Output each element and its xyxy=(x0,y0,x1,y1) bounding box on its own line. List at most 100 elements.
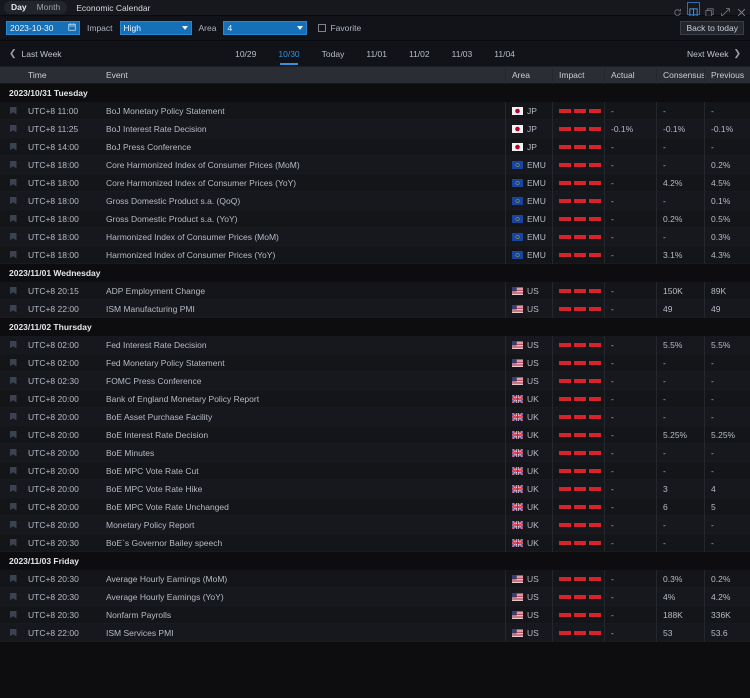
row-favorite-cell[interactable] xyxy=(0,611,26,619)
table-row[interactable]: UTC+8 20:15ADP Employment ChangeUS-150K8… xyxy=(0,282,750,300)
row-event[interactable]: Harmonized Index of Consumer Prices (MoM… xyxy=(98,232,505,242)
date-picker[interactable]: 2023-10-30 xyxy=(6,21,80,35)
next-week-button[interactable]: Next Week ❯ xyxy=(687,48,741,59)
table-row[interactable]: UTC+8 20:30Average Hourly Earnings (YoY)… xyxy=(0,588,750,606)
row-favorite-cell[interactable] xyxy=(0,125,26,133)
row-event[interactable]: BoJ Monetary Policy Statement xyxy=(98,106,505,116)
table-row[interactable]: UTC+8 18:00Gross Domestic Product s.a. (… xyxy=(0,192,750,210)
table-row[interactable]: UTC+8 14:00BoJ Press ConferenceJP--- xyxy=(0,138,750,156)
row-favorite-cell[interactable] xyxy=(0,593,26,601)
row-favorite-cell[interactable] xyxy=(0,143,26,151)
row-event[interactable]: Gross Domestic Product s.a. (YoY) xyxy=(98,214,505,224)
row-favorite-cell[interactable] xyxy=(0,431,26,439)
table-row[interactable]: UTC+8 02:30FOMC Press ConferenceUS--- xyxy=(0,372,750,390)
table-row[interactable]: UTC+8 11:00BoJ Monetary Policy Statement… xyxy=(0,102,750,120)
header-consensus[interactable]: Consensus xyxy=(656,67,704,84)
table-row[interactable]: UTC+8 20:30BoE`s Governor Bailey speechU… xyxy=(0,534,750,552)
header-previous[interactable]: Previous xyxy=(704,67,750,84)
bookmark-icon[interactable] xyxy=(10,179,17,187)
row-favorite-cell[interactable] xyxy=(0,359,26,367)
bookmark-icon[interactable] xyxy=(10,251,17,259)
row-event[interactable]: ADP Employment Change xyxy=(98,286,505,296)
close-icon[interactable] xyxy=(737,4,746,13)
row-event[interactable]: Core Harmonized Index of Consumer Prices… xyxy=(98,160,505,170)
table-row[interactable]: UTC+8 20:00BoE Asset Purchase FacilityUK… xyxy=(0,408,750,426)
day-tab-1[interactable]: 10/30 xyxy=(267,41,310,67)
row-event[interactable]: ISM Manufacturing PMI xyxy=(98,304,505,314)
bookmark-icon[interactable] xyxy=(10,287,17,295)
view-mode-tabs[interactable]: Day Month xyxy=(4,1,67,14)
table-row[interactable]: UTC+8 20:30Average Hourly Earnings (MoM)… xyxy=(0,570,750,588)
table-row[interactable]: UTC+8 18:00Harmonized Index of Consumer … xyxy=(0,246,750,264)
row-favorite-cell[interactable] xyxy=(0,233,26,241)
bookmark-icon[interactable] xyxy=(10,377,17,385)
row-event[interactable]: BoJ Interest Rate Decision xyxy=(98,124,505,134)
table-row[interactable]: UTC+8 20:00BoE MPC Vote Rate CutUK--- xyxy=(0,462,750,480)
area-filter-select[interactable]: 4 xyxy=(223,21,307,35)
header-impact[interactable]: Impact xyxy=(552,67,604,84)
bookmark-icon[interactable] xyxy=(10,503,17,511)
table-row[interactable]: UTC+8 20:00BoE MinutesUK--- xyxy=(0,444,750,462)
day-tab-3[interactable]: 11/01 xyxy=(355,41,398,67)
day-tab-0[interactable]: 10/29 xyxy=(224,41,267,67)
row-event[interactable]: BoE MPC Vote Rate Cut xyxy=(98,466,505,476)
bookmark-icon[interactable] xyxy=(10,467,17,475)
table-row[interactable]: UTC+8 20:30Nonfarm PayrollsUS-188K336K xyxy=(0,606,750,624)
table-row[interactable]: UTC+8 20:00Monetary Policy ReportUK--- xyxy=(0,516,750,534)
row-event[interactable]: BoE MPC Vote Rate Unchanged xyxy=(98,502,505,512)
bookmark-icon[interactable] xyxy=(10,629,17,637)
bookmark-icon[interactable] xyxy=(10,611,17,619)
day-tab-5[interactable]: 11/03 xyxy=(441,41,484,67)
row-event[interactable]: ISM Services PMI xyxy=(98,628,505,638)
bookmark-icon[interactable] xyxy=(10,125,17,133)
bookmark-icon[interactable] xyxy=(10,449,17,457)
header-area[interactable]: Area xyxy=(505,67,552,84)
bookmark-icon[interactable] xyxy=(10,215,17,223)
bookmark-icon[interactable] xyxy=(10,521,17,529)
bookmark-icon[interactable] xyxy=(10,341,17,349)
bookmark-icon[interactable] xyxy=(10,539,17,547)
table-row[interactable]: UTC+8 20:00BoE MPC Vote Rate HikeUK-34 xyxy=(0,480,750,498)
bookmark-icon[interactable] xyxy=(10,593,17,601)
row-event[interactable]: Monetary Policy Report xyxy=(98,520,505,530)
row-favorite-cell[interactable] xyxy=(0,107,26,115)
table-row[interactable]: UTC+8 02:00Fed Interest Rate DecisionUS-… xyxy=(0,336,750,354)
row-event[interactable]: Average Hourly Earnings (YoY) xyxy=(98,592,505,602)
row-favorite-cell[interactable] xyxy=(0,539,26,547)
table-row[interactable]: UTC+8 18:00Harmonized Index of Consumer … xyxy=(0,228,750,246)
favorite-checkbox[interactable] xyxy=(318,24,326,32)
tab-day[interactable]: Day xyxy=(6,1,32,14)
bookmark-icon[interactable] xyxy=(10,413,17,421)
table-row[interactable]: UTC+8 02:00Fed Monetary Policy Statement… xyxy=(0,354,750,372)
back-to-today-button[interactable]: Back to today xyxy=(680,21,744,35)
bookmark-icon[interactable] xyxy=(10,485,17,493)
row-event[interactable]: Harmonized Index of Consumer Prices (YoY… xyxy=(98,250,505,260)
row-favorite-cell[interactable] xyxy=(0,521,26,529)
row-event[interactable]: Fed Interest Rate Decision xyxy=(98,340,505,350)
row-favorite-cell[interactable] xyxy=(0,305,26,313)
bookmark-icon[interactable] xyxy=(10,575,17,583)
row-event[interactable]: Gross Domestic Product s.a. (QoQ) xyxy=(98,196,505,206)
table-row[interactable]: UTC+8 20:00Bank of England Monetary Poli… xyxy=(0,390,750,408)
table-row[interactable]: UTC+8 20:00BoE MPC Vote Rate UnchangedUK… xyxy=(0,498,750,516)
row-favorite-cell[interactable] xyxy=(0,179,26,187)
row-favorite-cell[interactable] xyxy=(0,341,26,349)
row-favorite-cell[interactable] xyxy=(0,467,26,475)
row-favorite-cell[interactable] xyxy=(0,395,26,403)
expand-icon[interactable] xyxy=(721,4,730,13)
table-row[interactable]: UTC+8 11:25BoJ Interest Rate DecisionJP-… xyxy=(0,120,750,138)
split-pane-icon[interactable] xyxy=(689,4,698,13)
row-favorite-cell[interactable] xyxy=(0,449,26,457)
calendar-table-body[interactable]: 2023/10/31 TuesdayUTC+8 11:00BoJ Monetar… xyxy=(0,84,750,697)
table-row[interactable]: UTC+8 18:00Core Harmonized Index of Cons… xyxy=(0,174,750,192)
row-event[interactable]: BoJ Press Conference xyxy=(98,142,505,152)
row-event[interactable]: Core Harmonized Index of Consumer Prices… xyxy=(98,178,505,188)
table-row[interactable]: UTC+8 20:00BoE Interest Rate DecisionUK-… xyxy=(0,426,750,444)
table-row[interactable]: UTC+8 22:00ISM Manufacturing PMIUS-4949 xyxy=(0,300,750,318)
bookmark-icon[interactable] xyxy=(10,197,17,205)
table-row[interactable]: UTC+8 18:00Gross Domestic Product s.a. (… xyxy=(0,210,750,228)
bookmark-icon[interactable] xyxy=(10,395,17,403)
row-favorite-cell[interactable] xyxy=(0,485,26,493)
favorite-filter[interactable]: Favorite xyxy=(318,23,361,33)
day-tab-6[interactable]: 11/04 xyxy=(483,41,526,67)
